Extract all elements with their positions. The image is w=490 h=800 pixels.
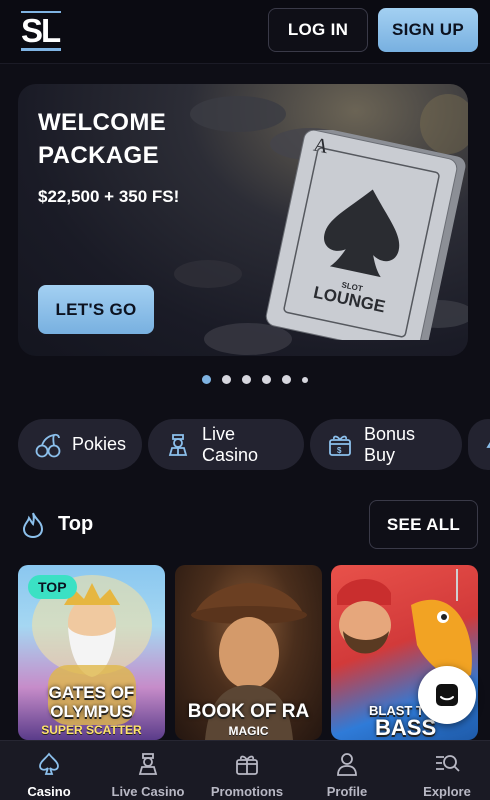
- category-label: Live Casino: [202, 423, 259, 465]
- page: SL LOG IN SIGN UP WELCOME PACKAGE $22,50…: [0, 0, 490, 800]
- nav-label: Casino: [27, 784, 71, 799]
- search-list-icon: [433, 750, 461, 778]
- svg-text:SL: SL: [21, 12, 61, 49]
- promo-banner[interactable]: WELCOME PACKAGE $22,500 + 350 FS! LET'S …: [18, 84, 468, 356]
- carousel-dots: [202, 375, 308, 384]
- category-live-casino[interactable]: Live Casino: [148, 419, 304, 470]
- category-bar: Pokies Live Casino $ Bonus Buy: [18, 419, 490, 471]
- gift-box-icon: $: [326, 431, 354, 459]
- section-title: Top: [58, 513, 94, 535]
- chat-icon: [436, 684, 458, 706]
- signup-button[interactable]: SIGN UP: [378, 8, 478, 52]
- spade-icon: [35, 750, 63, 778]
- category-label: Bonus Buy: [364, 423, 416, 465]
- game-title: BOOK OF RA: [187, 701, 310, 722]
- user-icon: [333, 750, 361, 778]
- nav-casino[interactable]: Casino: [0, 741, 98, 800]
- banner-subtitle: $22,500 + 350 FS!: [38, 187, 180, 206]
- category-pokies[interactable]: Pokies: [18, 419, 142, 470]
- svg-text:$: $: [337, 446, 342, 455]
- nav-label: Profile: [326, 784, 368, 799]
- gift-icon: [233, 750, 261, 778]
- game-tile-gates-of-olympus[interactable]: TOP GATES OF OLYMPUS SUPER SCATTER: [18, 565, 165, 740]
- nav-promotions[interactable]: Promotions: [198, 741, 296, 800]
- dealer-icon: [164, 431, 192, 459]
- carousel-dot-2[interactable]: [222, 375, 231, 384]
- category-label: Pokies: [72, 434, 127, 454]
- banner-title: WELCOME PACKAGE: [38, 109, 167, 169]
- lightning-icon: [484, 431, 490, 459]
- carousel-dot-1[interactable]: [202, 375, 211, 384]
- top-badge: TOP: [28, 575, 77, 599]
- nav-profile[interactable]: Profile: [298, 741, 396, 800]
- nav-label: Promotions: [210, 784, 284, 799]
- carousel-dot-5[interactable]: [282, 375, 291, 384]
- nav-explore[interactable]: Explore: [398, 741, 490, 800]
- bottom-nav: Casino Live Casino Promotions Profile Ex…: [0, 740, 490, 800]
- nav-live-casino[interactable]: Live Casino: [99, 741, 197, 800]
- dealer-icon: [134, 750, 162, 778]
- lets-go-button[interactable]: LET'S GO: [38, 285, 154, 334]
- carousel-dot-3[interactable]: [242, 375, 251, 384]
- game-tile-book-of-ra[interactable]: BOOK OF RA MAGIC: [175, 565, 322, 740]
- nav-label: Live Casino: [111, 784, 185, 799]
- carousel-dot-6[interactable]: [302, 376, 308, 383]
- see-all-button[interactable]: SEE ALL: [369, 500, 478, 549]
- game-title: GATES OF OLYMPUS: [48, 683, 135, 721]
- category-more[interactable]: [468, 419, 490, 470]
- ace-of-spades-card: A SLOT LOUNGE: [265, 130, 466, 340]
- chat-button[interactable]: [418, 666, 476, 724]
- carousel-dot-4[interactable]: [262, 375, 271, 384]
- flame-icon: [22, 512, 44, 539]
- category-bonus-buy[interactable]: $ Bonus Buy: [310, 419, 462, 470]
- cherries-icon: [34, 431, 62, 459]
- login-button[interactable]: LOG IN: [268, 8, 368, 52]
- game-subtitle: SUPER SCATTER: [41, 723, 142, 737]
- game-subtitle: MAGIC: [228, 724, 269, 738]
- nav-label: Explore: [423, 784, 471, 799]
- header: SL LOG IN SIGN UP: [0, 0, 490, 64]
- logo[interactable]: SL: [20, 8, 63, 54]
